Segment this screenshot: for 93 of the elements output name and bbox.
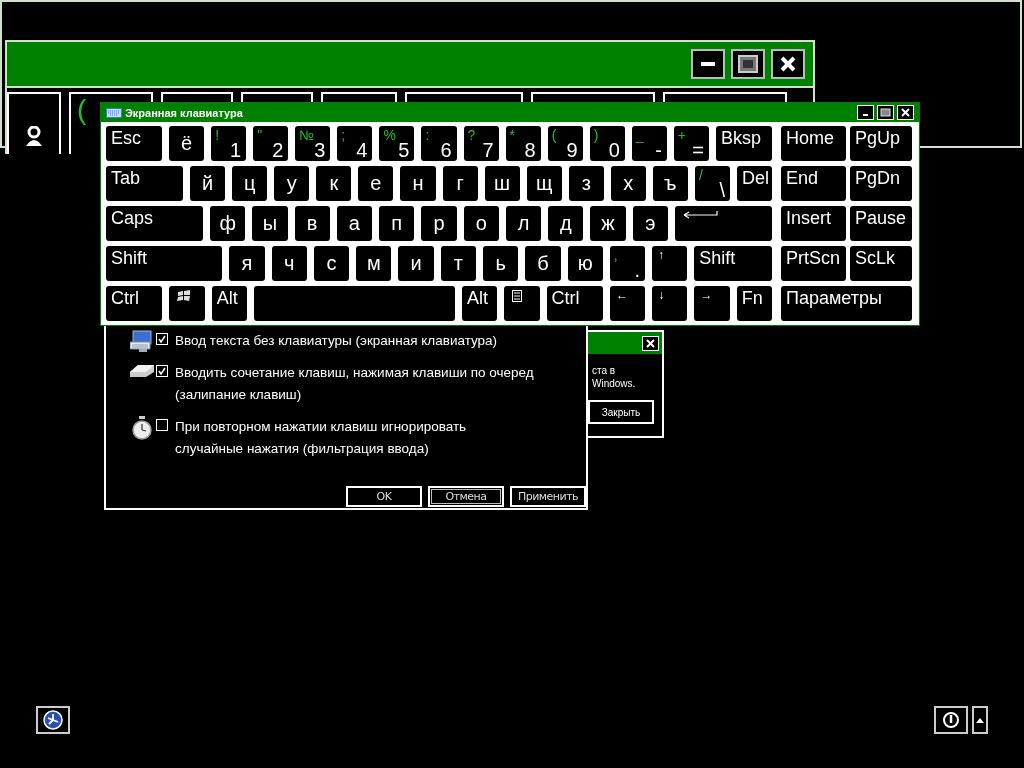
key-label: 7: [482, 139, 494, 161]
option-label: Ввод текста без клавиатуры (экранная клавиатура): [175, 332, 498, 350]
key-label: 2: [272, 139, 284, 161]
shift-label: +: [677, 127, 687, 143]
key-label: 5: [398, 139, 410, 161]
key-label: ↑: [658, 248, 665, 262]
key-label: я: [240, 252, 254, 274]
key-label: о: [474, 212, 488, 234]
key-label: 3: [314, 139, 326, 161]
key-label: ы: [261, 212, 279, 234]
key-label: Insert: [786, 208, 832, 228]
key-label: ш: [493, 172, 512, 194]
shift-label: /: [698, 167, 703, 183]
key-label: б: [536, 252, 550, 274]
key-label: ←: [615, 288, 628, 302]
key-label: ч: [283, 252, 296, 274]
key-label: н: [411, 172, 425, 194]
key-label: Esc: [111, 128, 141, 148]
key-label: Ctrl: [551, 288, 580, 308]
key-label: Параметры: [786, 288, 882, 308]
key-label: Tab: [111, 168, 141, 188]
key-label: в: [305, 212, 319, 234]
key-label: PgDn: [855, 168, 901, 188]
key-label: л: [516, 212, 531, 234]
shift-label: %: [383, 127, 396, 143]
key-label: 1: [230, 139, 242, 161]
key-label: х: [622, 172, 635, 194]
shift-label: !: [215, 127, 220, 143]
key-label: Home: [786, 128, 834, 148]
key-label: Caps: [111, 208, 154, 228]
key-label: Alt: [216, 288, 238, 308]
key-label: г: [455, 172, 465, 194]
shift-label: ;: [341, 127, 346, 143]
shift-label: _: [635, 127, 644, 143]
key-label: д: [558, 212, 573, 234]
key-label: ю: [576, 252, 594, 274]
key-label: е: [369, 172, 383, 194]
shift-label: ,: [613, 247, 618, 263]
key-label: Shift: [699, 248, 736, 268]
key-label: \: [719, 179, 725, 201]
key-label: ф: [218, 212, 237, 234]
key-label: й: [201, 172, 215, 194]
popup-text: Windows.: [592, 377, 637, 390]
shift-label: :: [425, 127, 430, 143]
window-title: Экранная клавиатура: [125, 106, 244, 119]
shift-label: ): [593, 127, 599, 143]
key-label: з: [580, 172, 592, 194]
key-label: р: [432, 212, 446, 234]
key-label: -: [655, 139, 662, 161]
key-label: ё: [180, 132, 194, 154]
shift-label: ": [257, 127, 263, 143]
key-label: э: [644, 212, 657, 234]
key-label: Fn: [741, 288, 763, 308]
key-label: у: [285, 172, 298, 194]
key-label: Del: [741, 168, 769, 188]
key-label: ц: [243, 172, 257, 194]
key-label: Alt: [466, 288, 488, 308]
key-label: 6: [440, 139, 452, 161]
key-label: с: [325, 252, 338, 274]
key-label: →: [700, 288, 713, 302]
key-label: т: [452, 252, 464, 274]
shift-label: ?: [467, 127, 476, 143]
key-label: PgUp: [855, 128, 901, 148]
key-label: ъ: [663, 172, 678, 194]
tile-text: (: [77, 96, 87, 124]
popup-text: ста в: [592, 364, 617, 377]
key-label: =: [692, 139, 704, 161]
shift-label: №: [299, 127, 315, 143]
key-label: 9: [566, 139, 578, 161]
key-label: ↓: [658, 288, 665, 302]
key-label: Pause: [855, 208, 907, 228]
key-label: 8: [524, 139, 536, 161]
shift-label: (: [551, 127, 557, 143]
key-label: 4: [356, 139, 368, 161]
key-label: Shift: [111, 248, 148, 268]
shift-label: *: [509, 127, 516, 143]
key-label: .: [634, 259, 641, 281]
key-label: щ: [534, 172, 554, 194]
option-label: При повторном нажатии клавиш игнорировать случайные нажатия (фильтрация ввода): [175, 418, 467, 458]
key-label: м: [365, 252, 382, 274]
key-label: и: [409, 252, 423, 274]
key-label: к: [328, 172, 340, 194]
key-label: Bksp: [720, 128, 761, 148]
key-label: End: [786, 168, 819, 188]
key-label: ScLk: [855, 248, 896, 268]
key-label: Ctrl: [111, 288, 139, 308]
key-label: п: [390, 212, 404, 234]
key-label: а: [347, 212, 361, 234]
key-label: ж: [600, 212, 616, 234]
key-label: 0: [608, 139, 620, 161]
key-label: ь: [494, 252, 507, 274]
key-label: PrtScn: [786, 248, 841, 268]
option-label: Вводить сочетание клавиш, нажимая клавиши по очеред (залипание клавиш): [175, 364, 534, 404]
